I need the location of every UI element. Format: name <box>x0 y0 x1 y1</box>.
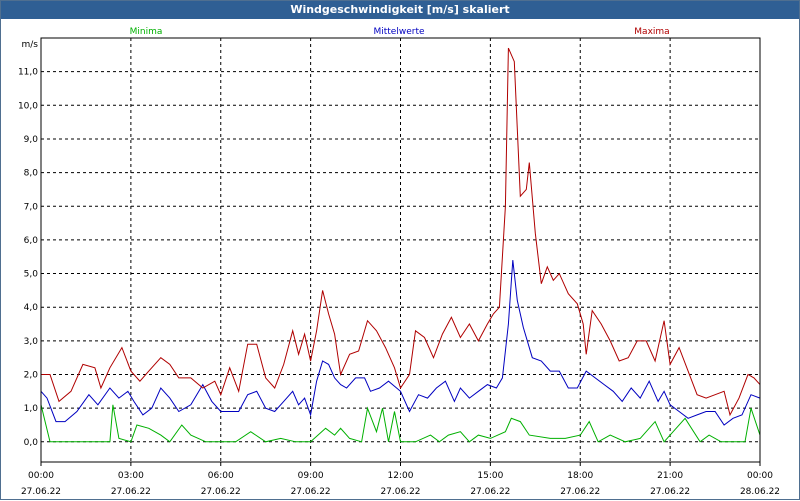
x-tick-time: 00:00 <box>28 471 54 481</box>
y-tick-label: 1,0 <box>24 404 39 414</box>
x-tick-date: 28.06.22 <box>740 487 780 497</box>
y-tick-label: 4,0 <box>24 303 39 313</box>
grid <box>41 38 760 462</box>
chart-window: Windgeschwindigkeit [m/s] skaliert 0,0 1,… <box>0 0 800 500</box>
x-tick-date: 27.06.22 <box>111 487 151 497</box>
y-tick-label: 7,0 <box>24 202 39 212</box>
x-tick-date: 27.06.22 <box>380 487 420 497</box>
x-tick-time: 15:00 <box>477 471 503 481</box>
x-tick-date: 27.06.22 <box>560 487 600 497</box>
y-tick-label: 5,0 <box>24 270 39 280</box>
x-tick-date: 27.06.22 <box>291 487 331 497</box>
x-tick-time: 06:00 <box>208 471 234 481</box>
y-tick-label: 10,0 <box>18 101 38 111</box>
y-tick-label: 0,0 <box>24 438 39 448</box>
y-tick-label: 9,0 <box>24 135 39 145</box>
y-tick-label: 11,0 <box>18 68 38 78</box>
x-tick-time: 21:00 <box>657 471 683 481</box>
y-tick-label: 8,0 <box>24 169 39 179</box>
axis-labels: 0,0 1,0 2,0 3,0 4,0 5,0 6,0 7,0 8,0 9,0 10,0 11,0 m/… <box>18 40 780 497</box>
legend-mittelwerte: Mittelwerte <box>373 27 424 37</box>
x-tick-time: 09:00 <box>298 471 324 481</box>
x-tick-time: 00:00 <box>747 471 773 481</box>
x-tick-date: 27.06.22 <box>470 487 510 497</box>
x-tick-time: 18:00 <box>567 471 593 481</box>
y-tick-label: 6,0 <box>24 236 39 246</box>
legend-maxima: Maxima <box>634 27 669 37</box>
legend-minima: Minima <box>130 27 163 37</box>
x-tick-date: 27.06.22 <box>21 487 61 497</box>
x-tick-time: 03:00 <box>118 471 144 481</box>
wind-speed-chart: 0,0 1,0 2,0 3,0 4,0 5,0 6,0 7,0 8,0 9,0 10,0 11,0 m/… <box>18 27 780 497</box>
y-axis-label: m/s <box>22 40 39 50</box>
x-tick-date: 27.06.22 <box>201 487 241 497</box>
legend: Minima Mittelwerte Maxima <box>130 27 670 37</box>
x-tick-date: 27.06.22 <box>650 487 690 497</box>
x-tick-time: 12:00 <box>388 471 414 481</box>
y-tick-label: 3,0 <box>24 337 39 347</box>
y-tick-label: 2,0 <box>24 371 39 381</box>
